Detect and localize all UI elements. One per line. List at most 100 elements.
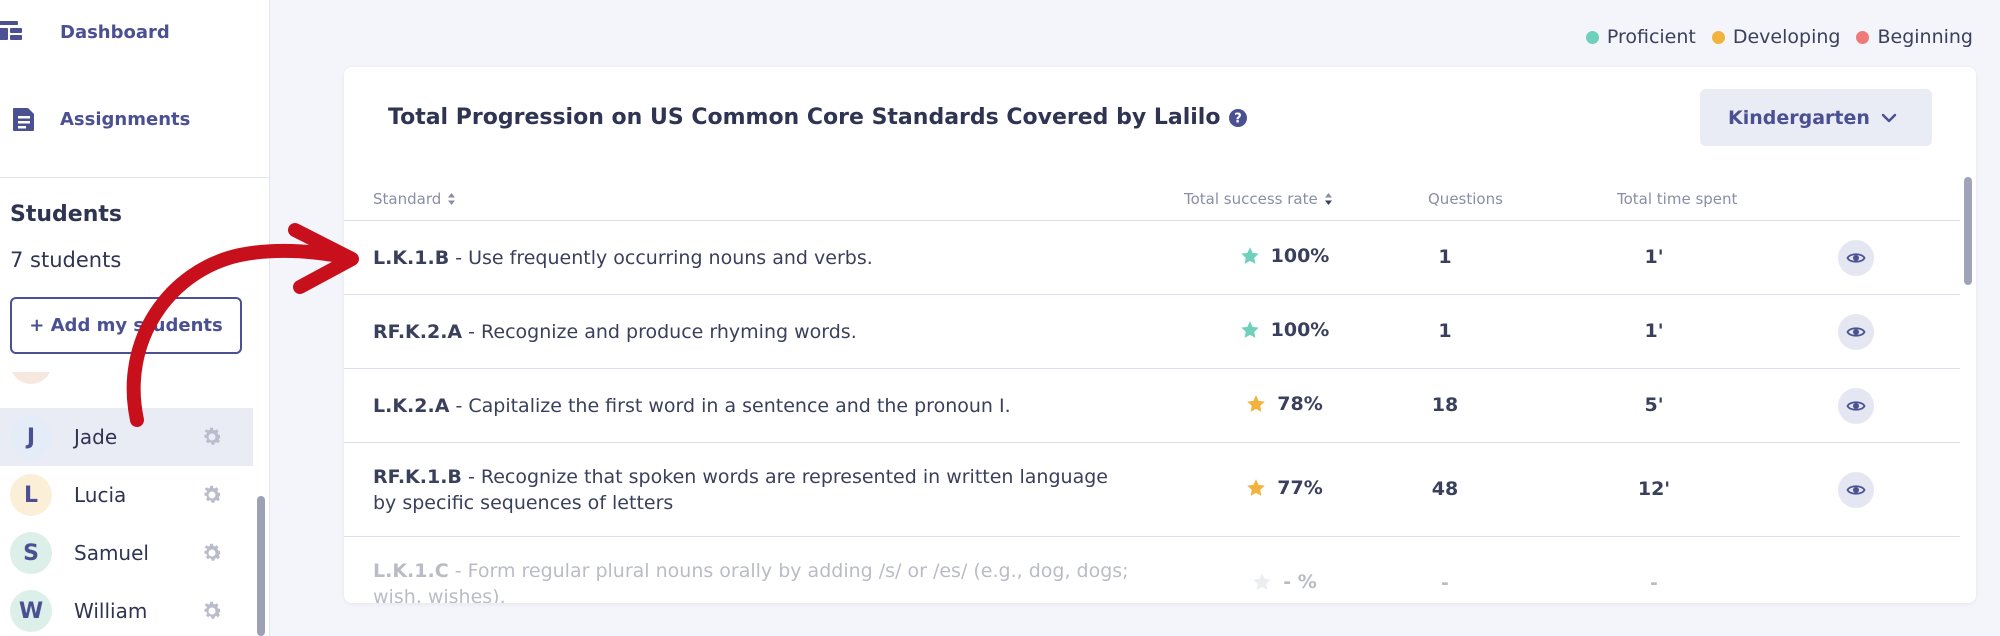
student-row[interactable]: L Lucia: [0, 466, 253, 524]
eye-icon: [1846, 327, 1866, 337]
time-spent-cell: 1': [1644, 246, 1664, 268]
standard-description: - Form regular plural nouns orally by ad…: [373, 560, 1129, 603]
table-row[interactable]: RF.K.1.B - Recognize that spoken words a…: [344, 443, 1960, 537]
column-success-rate[interactable]: Total success rate: [1184, 190, 1333, 208]
column-standard[interactable]: Standard: [373, 190, 456, 208]
legend-item: Proficient: [1585, 26, 1696, 48]
success-rate-cell: 100%: [1214, 319, 1354, 341]
time-spent-cell: 12': [1637, 478, 1671, 500]
table-row[interactable]: RF.K.2.A - Recognize and produce rhyming…: [344, 295, 1960, 369]
standard-cell: L.K.1.B - Use frequently occurring nouns…: [373, 245, 1133, 271]
gear-icon[interactable]: [200, 541, 224, 565]
column-time-spent-label: Total time spent: [1617, 190, 1738, 208]
standard-code: L.K.1.C: [373, 560, 449, 582]
column-time-spent: Total time spent: [1617, 190, 1737, 208]
eye-icon: [1846, 401, 1866, 411]
standard-code: RF.K.2.A: [373, 321, 463, 343]
standard-description: - Use frequently occurring nouns and ver…: [449, 247, 873, 269]
success-rate-value: 78%: [1277, 393, 1323, 415]
student-name: William: [74, 599, 148, 623]
sidebar-scrollbar[interactable]: [257, 496, 265, 636]
sidebar: Dashboard Assignments Students 7 student…: [0, 0, 270, 636]
legend-label: Developing: [1732, 26, 1841, 48]
nav-dashboard-label: Dashboard: [60, 21, 170, 43]
student-name: Lucia: [74, 483, 127, 507]
view-button[interactable]: [1838, 472, 1874, 508]
avatar-letter: L: [23, 482, 39, 508]
success-rate-value: 100%: [1270, 245, 1330, 267]
legend-label: Beginning: [1877, 26, 1973, 48]
student-name: Samuel: [74, 541, 149, 565]
standard-code: L.K.1.B: [373, 247, 450, 269]
legend-label: Proficient: [1606, 26, 1696, 48]
time-spent-cell: 5': [1644, 394, 1664, 416]
view-button[interactable]: [1838, 240, 1874, 276]
table-row[interactable]: L.K.2.A - Capitalize the first word in a…: [344, 369, 1960, 443]
standard-code: RF.K.1.B: [373, 466, 462, 488]
column-standard-label: Standard: [373, 190, 442, 208]
standard-code: L.K.2.A: [373, 395, 450, 417]
success-rate-cell: 77%: [1214, 477, 1354, 499]
avatar-letter: S: [23, 540, 39, 566]
star-icon: [1247, 479, 1265, 496]
eye-icon: [1846, 253, 1866, 263]
student-row[interactable]: S Samuel: [0, 524, 253, 582]
column-questions-label: Questions: [1428, 190, 1503, 208]
students-title: Students: [10, 202, 122, 227]
table-scrollbar[interactable]: [1964, 177, 1972, 285]
card-title-text: Total Progression on US Common Core Stan…: [388, 105, 1221, 130]
legend-dot: [1856, 30, 1870, 44]
help-icon[interactable]: ?: [1228, 108, 1248, 128]
grade-select-value: Kindergarten: [1728, 106, 1870, 129]
standard-cell: RF.K.1.B - Recognize that spoken words a…: [373, 464, 1133, 516]
card-title: Total Progression on US Common Core Stan…: [388, 105, 1248, 130]
legend-dot: [1711, 30, 1725, 44]
standard-cell: RF.K.2.A - Recognize and produce rhyming…: [373, 319, 1133, 345]
gear-icon[interactable]: [200, 599, 224, 623]
svg-text:?: ?: [1235, 111, 1243, 126]
grade-select[interactable]: Kindergarten: [1700, 89, 1932, 146]
standard-cell: L.K.1.C - Form regular plural nouns oral…: [373, 558, 1133, 603]
star-icon: [1247, 395, 1265, 412]
chevron-down-icon: [1881, 113, 1897, 123]
avatar-letter: W: [18, 598, 44, 624]
success-rate-value: 100%: [1270, 319, 1330, 341]
legend-item: Beginning: [1856, 26, 1973, 48]
avatar: S: [10, 532, 52, 574]
students-count: 7 students: [10, 248, 122, 272]
gear-icon[interactable]: [200, 483, 224, 507]
sidebar-divider: [0, 177, 269, 178]
legend-item: Developing: [1711, 26, 1841, 48]
questions-cell: 1: [1438, 246, 1452, 268]
gear-icon[interactable]: [200, 425, 224, 449]
star-icon: [1240, 247, 1259, 264]
add-students-button[interactable]: + Add my students: [10, 297, 242, 354]
success-rate-cell: - %: [1214, 571, 1354, 593]
success-rate-value: - %: [1283, 571, 1317, 593]
table-row[interactable]: L.K.1.B - Use frequently occurring nouns…: [344, 221, 1960, 295]
view-button[interactable]: [1838, 314, 1874, 350]
document-icon: [13, 108, 34, 131]
student-list: J Jade L Lucia S Samuel W William: [0, 372, 255, 636]
time-spent-cell: -: [1650, 572, 1658, 594]
sort-icon: [1324, 193, 1332, 205]
sort-icon: [448, 193, 456, 205]
view-button[interactable]: [1838, 388, 1874, 424]
table-row[interactable]: L.K.1.C - Form regular plural nouns oral…: [344, 537, 1960, 603]
table-header: Standard Total success rate Questions To…: [344, 177, 1960, 221]
progression-card: Total Progression on US Common Core Stan…: [344, 67, 1976, 603]
nav-assignments-label: Assignments: [60, 108, 191, 130]
time-spent-cell: 1': [1644, 320, 1664, 342]
success-rate-value: 77%: [1277, 477, 1323, 499]
standard-cell: L.K.2.A - Capitalize the first word in a…: [373, 393, 1133, 419]
student-row[interactable]: J Jade: [0, 408, 253, 466]
avatar-letter: J: [26, 424, 36, 450]
column-success-rate-label: Total success rate: [1184, 190, 1318, 208]
star-icon: [1240, 321, 1259, 338]
standard-description: - Recognize that spoken words are repres…: [373, 466, 1108, 514]
questions-cell: -: [1441, 572, 1449, 594]
legend: Proficient Developing Beginning: [1585, 26, 1973, 48]
student-row[interactable]: W William: [0, 582, 253, 636]
avatar: W: [10, 590, 52, 632]
avatar: L: [10, 474, 52, 516]
